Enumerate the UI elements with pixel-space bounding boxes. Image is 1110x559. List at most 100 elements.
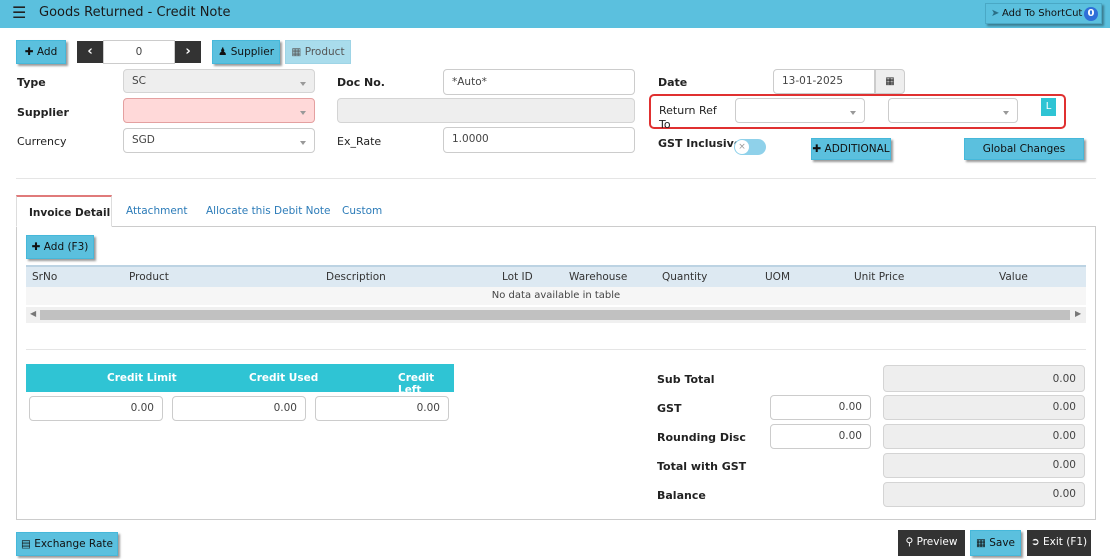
docno-value: *Auto* [452, 76, 487, 88]
exrate-label: Ex_Rate [337, 135, 382, 148]
return-ref-label-line2: To [659, 118, 671, 131]
type-value: SC [132, 75, 146, 87]
add-to-shortcut-button[interactable]: ➤ Add To ShortCut 0 [985, 3, 1102, 24]
record-number-value: 0 [135, 46, 143, 58]
currency-value: SGD [132, 134, 155, 146]
money-icon: ▤ [21, 538, 31, 550]
currency-select[interactable]: SGD [123, 128, 315, 153]
tab-custom[interactable]: Custom [342, 195, 382, 227]
credit-left-value: 0.00 [416, 402, 440, 414]
calendar-button[interactable]: ▦ [875, 69, 905, 94]
tab-invoice-detail[interactable]: Invoice Detail [16, 195, 112, 227]
save-label: Save [989, 537, 1016, 549]
rounding-input[interactable]: 0.00 [770, 424, 871, 449]
save-icon: ▦ [975, 537, 986, 549]
add-line-button[interactable]: ✚ Add (F3) [26, 235, 94, 259]
hamburger-icon[interactable]: ☰ [12, 4, 26, 22]
tab-attachment[interactable]: Attachment [126, 195, 188, 227]
scroll-right-icon[interactable]: ▶ [1075, 309, 1081, 318]
additional-button[interactable]: ✚ ADDITIONAL [811, 138, 891, 160]
col-product[interactable]: Product [129, 271, 169, 283]
balance-value: 0.00 [1052, 488, 1076, 500]
credit-limit-label: Credit Limit [107, 372, 177, 384]
product-button[interactable]: ▦ Product [285, 40, 351, 64]
previous-record-button[interactable]: ‹ [77, 41, 103, 63]
col-warehouse[interactable]: Warehouse [569, 271, 627, 283]
return-ref-label-line1: Return Ref [659, 104, 717, 117]
docno-input[interactable]: *Auto* [443, 69, 635, 95]
grid-empty-row: No data available in table [26, 287, 1086, 305]
additional-label: ADDITIONAL [824, 143, 890, 155]
add-button[interactable]: ✚ Add [16, 40, 66, 64]
preview-button[interactable]: ⚲ Preview [898, 530, 965, 556]
total-with-gst-field: 0.00 [883, 453, 1085, 478]
global-changes-button[interactable]: Global Changes [964, 138, 1084, 160]
grid-horizontal-scrollbar[interactable]: ◀ ▶ [26, 307, 1086, 323]
supplier-button-label: Supplier [230, 46, 275, 58]
return-ref-select-2[interactable] [888, 98, 1018, 123]
return-ref-l-button[interactable]: L [1041, 98, 1056, 116]
add-line-label: Add (F3) [43, 241, 89, 253]
exrate-input[interactable]: 1.0000 [443, 127, 635, 153]
return-ref-select-1[interactable] [735, 98, 865, 123]
credit-left-label: Credit Left [398, 372, 435, 396]
title-bar: ☰ Goods Returned - Credit Note ➤ Add To … [0, 0, 1110, 28]
supplier-select[interactable] [123, 98, 315, 123]
tab-allocate-debit-note[interactable]: Allocate this Debit Note [206, 195, 331, 227]
return-ref-label: Return Ref To [659, 104, 717, 132]
record-number-input[interactable]: 0 [103, 40, 175, 64]
col-description[interactable]: Description [326, 271, 386, 283]
plus-icon: ✚ [24, 46, 34, 58]
scrollbar-thumb[interactable] [40, 310, 1070, 320]
next-record-button[interactable]: › [175, 41, 201, 63]
credit-used-field: 0.00 [172, 396, 306, 421]
currency-label: Currency [17, 135, 67, 148]
type-select[interactable]: SC [123, 69, 315, 93]
rounding-field: 0.00 [883, 424, 1085, 449]
user-icon: ♟ [217, 46, 228, 58]
page-title: Goods Returned - Credit Note [39, 5, 231, 20]
credit-used-value: 0.00 [273, 402, 297, 414]
grid-header: SrNo Product Description Lot ID Warehous… [26, 265, 1086, 287]
exchange-rate-button[interactable]: ▤ Exchange Rate [16, 532, 118, 556]
balance-field: 0.00 [883, 482, 1085, 507]
credit-limit-value: 0.00 [130, 402, 154, 414]
exrate-value: 1.0000 [452, 133, 489, 145]
col-quantity[interactable]: Quantity [662, 271, 707, 283]
col-unit-price[interactable]: Unit Price [854, 271, 904, 283]
credit-limit-field: 0.00 [29, 396, 163, 421]
subtotal-label: Sub Total [657, 373, 715, 386]
supplier-button[interactable]: ♟ Supplier [212, 40, 280, 64]
exit-icon: ➲ [1030, 536, 1040, 548]
col-srno[interactable]: SrNo [32, 271, 57, 283]
add-to-shortcut-label: Add To ShortCut [1002, 8, 1083, 19]
gst-value: 0.00 [1052, 401, 1076, 413]
scroll-left-icon[interactable]: ◀ [30, 309, 36, 318]
date-input[interactable]: 13-01-2025 [773, 69, 875, 94]
gst-inclusive-toggle[interactable]: × [734, 139, 766, 155]
pin-icon: ➤ [991, 8, 1000, 19]
col-value[interactable]: Value [999, 271, 1028, 283]
docno-label: Doc No. [337, 76, 385, 89]
plus-icon: ✚ [31, 241, 41, 253]
subtotal-field: 0.00 [883, 365, 1085, 392]
rounding-value: 0.00 [1052, 430, 1076, 442]
gst-rate-input[interactable]: 0.00 [770, 395, 871, 420]
exit-label: Exit (F1) [1043, 536, 1088, 548]
col-uom[interactable]: UOM [765, 271, 790, 283]
rounding-input-value: 0.00 [838, 430, 862, 442]
total-with-gst-value: 0.00 [1052, 459, 1076, 471]
supplier-label: Supplier [17, 106, 69, 119]
gst-field: 0.00 [883, 395, 1085, 420]
toggle-off-icon: × [735, 140, 749, 154]
preview-label: Preview [916, 536, 958, 548]
gst-rate-value: 0.00 [838, 401, 862, 413]
save-button[interactable]: ▦ Save [970, 530, 1021, 556]
tab-invoice-detail-label: Invoice Detail [29, 207, 111, 219]
global-changes-label: Global Changes [982, 143, 1066, 155]
credit-used-label: Credit Used [249, 372, 319, 384]
exit-button[interactable]: ➲ Exit (F1) [1027, 530, 1091, 556]
calendar-icon: ▦ [885, 76, 895, 87]
search-icon: ⚲ [905, 536, 914, 548]
col-lot-id[interactable]: Lot ID [502, 271, 533, 283]
